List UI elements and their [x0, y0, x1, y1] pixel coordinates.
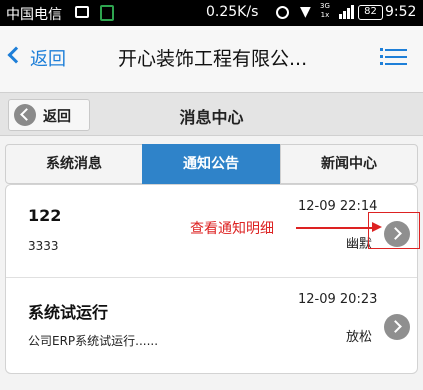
tab-news-center[interactable]: 新闻中心	[280, 144, 418, 184]
wifi-icon: ▼	[300, 4, 311, 20]
item-time: 12-09 22:14	[298, 199, 378, 214]
tab-system-messages[interactable]: 系统消息	[5, 144, 143, 184]
item-author: 放松	[346, 330, 373, 345]
app-notification-icon	[100, 5, 114, 21]
image-notification-icon	[75, 6, 89, 18]
signal-icon	[339, 5, 354, 19]
notice-list: 122 3333 12-09 22:14 幽默 系统试运行 公司ERP系统试运行…	[5, 184, 418, 374]
item-title: 系统试运行	[28, 303, 109, 322]
chevron-left-icon	[7, 46, 25, 64]
back-link-label: 返回	[30, 49, 66, 70]
item-title: 122	[28, 206, 62, 225]
battery-level: 82	[358, 5, 383, 20]
menu-icon[interactable]	[380, 47, 407, 67]
status-bar: 中国电信 0.25K/s ▼ 3G 1x 82 9:52	[0, 0, 423, 26]
chevron-right-icon[interactable]	[384, 314, 410, 340]
tab-announcements[interactable]: 通知公告	[142, 144, 280, 184]
annotation-label: 查看通知明细	[190, 221, 274, 237]
status-time: 9:52	[385, 4, 417, 20]
network-type: 3G 1x	[320, 2, 330, 19]
item-summary: 公司ERP系统试运行......	[28, 334, 159, 348]
item-time: 12-09 20:23	[298, 292, 378, 307]
alarm-icon	[276, 6, 289, 19]
page-header: 返回 消息中心	[0, 92, 423, 136]
annotation-highlight-box	[368, 212, 420, 249]
carrier-label: 中国电信	[6, 7, 62, 23]
item-summary: 3333	[28, 239, 59, 253]
app-title: 开心装饰工程有限公...	[118, 48, 308, 70]
network-speed: 0.25K/s	[206, 4, 259, 20]
page-title: 消息中心	[179, 108, 244, 127]
list-item[interactable]: 系统试运行 公司ERP系统试运行...... 12-09 20:23 放松	[6, 277, 417, 369]
annotation-line	[296, 227, 374, 229]
app-header: 返回 开心装饰工程有限公...	[0, 26, 423, 92]
tab-bar: 系统消息 通知公告 新闻中心	[5, 144, 418, 184]
